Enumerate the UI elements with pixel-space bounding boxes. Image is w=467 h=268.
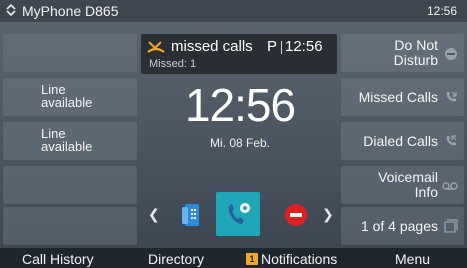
missed-calls-key[interactable]: Missed Calls <box>341 78 464 116</box>
dialed-calls-key[interactable]: Dialed Calls <box>341 122 464 160</box>
voicemail-key-label: Voicemail Info <box>378 169 438 200</box>
dock-next-arrow[interactable]: ❯ <box>322 206 334 223</box>
dock-prev-arrow[interactable]: ❮ <box>148 206 160 223</box>
status-clock: 12:56 <box>426 4 457 18</box>
line-key-3[interactable] <box>3 166 137 204</box>
softkey-bar: Call History Directory 1 Notifications M… <box>0 248 467 268</box>
dialed-calls-key-label: Dialed Calls <box>363 133 438 149</box>
voicemail-icon <box>442 179 458 193</box>
main-clock: 12:56 <box>184 79 296 131</box>
directory-app-icon[interactable] <box>174 196 212 234</box>
notification-time: 12:56 <box>285 38 323 55</box>
line-key-0[interactable] <box>3 34 137 72</box>
missed-calls-key-label: Missed Calls <box>358 89 438 105</box>
softkey-call-history[interactable]: Call History <box>22 251 94 267</box>
missed-calls-notification[interactable]: missed calls P 12:56 Missed: 1 <box>141 34 337 74</box>
dnd-icon <box>444 47 458 61</box>
device-name: MyPhone D865 <box>22 3 119 19</box>
chevron-up-down-icon[interactable] <box>6 3 20 19</box>
softkey-directory[interactable]: Directory <box>148 251 204 267</box>
softkey-notifications[interactable]: Notifications <box>261 251 337 267</box>
notifications-badge: 1 <box>246 253 258 265</box>
call-settings-app-icon[interactable] <box>216 192 260 236</box>
missed-call-icon <box>444 90 458 104</box>
line-key-2[interactable]: Line available <box>3 122 137 160</box>
notification-detail: Missed: 1 <box>149 58 197 70</box>
line-key-label: Line available <box>41 82 93 110</box>
dnd-key-label: Do Not Disturb <box>393 37 438 68</box>
line-key-4[interactable] <box>3 207 137 245</box>
pages-key[interactable]: 1 of 4 pages <box>341 207 464 245</box>
notification-title: missed calls <box>171 38 253 55</box>
line-key-1[interactable]: Line available <box>3 78 137 116</box>
pages-key-label: 1 of 4 pages <box>360 218 438 234</box>
phone-screen: MyPhone D865 12:56 Line available Line ava… <box>0 0 467 268</box>
voicemail-info-key[interactable]: Voicemail Info <box>341 166 464 204</box>
dialed-call-icon <box>444 134 458 148</box>
status-bar: MyPhone D865 12:56 <box>0 0 467 22</box>
dnd-app-icon[interactable] <box>277 196 315 234</box>
notification-line-key: P <box>267 38 278 55</box>
main-date: Mi. 08 Feb. <box>209 136 271 150</box>
softkey-menu[interactable]: Menu <box>395 251 430 267</box>
pages-icon <box>444 219 458 233</box>
line-key-label: Line available <box>41 126 93 154</box>
missed-call-icon <box>147 40 165 54</box>
divider <box>281 41 282 54</box>
dnd-key[interactable]: Do Not Disturb <box>341 34 464 72</box>
